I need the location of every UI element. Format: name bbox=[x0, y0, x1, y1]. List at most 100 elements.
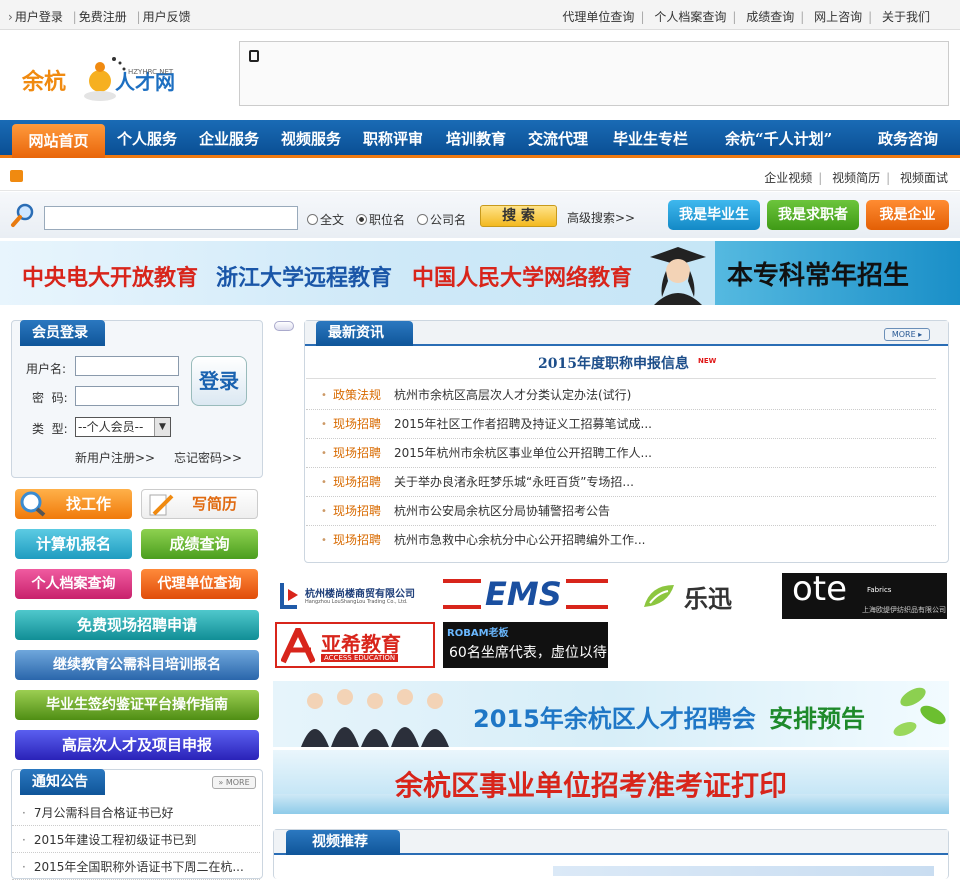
graduate-guide-button[interactable]: 毕业生签约鉴证平台操作指南 bbox=[15, 690, 259, 720]
score-query-button[interactable]: 成绩查询 bbox=[141, 529, 258, 559]
notices-title: 通知公告 bbox=[20, 769, 105, 795]
header-ad-box bbox=[239, 41, 949, 106]
news-item[interactable]: • 政策法规 杭州市余杭区高层次人才分类认定办法(试行) bbox=[306, 381, 936, 410]
advanced-search-link[interactable]: 高级搜索>> bbox=[567, 209, 635, 226]
nav-enterprise[interactable]: 企业服务 bbox=[199, 128, 259, 149]
speaker-icon bbox=[10, 170, 23, 182]
search-option-fulltext[interactable]: 全文 bbox=[307, 211, 344, 228]
nav-gov-consult[interactable]: 政务咨询 bbox=[878, 128, 938, 149]
ems-logo[interactable]: EMS bbox=[443, 573, 608, 619]
access-mark-icon bbox=[281, 628, 315, 664]
nav-agency[interactable]: 交流代理 bbox=[528, 128, 588, 149]
video-title: 视频推荐 bbox=[286, 830, 400, 855]
collapse-handle[interactable] bbox=[274, 321, 294, 331]
news-title: 最新资讯 bbox=[316, 321, 413, 346]
register-link[interactable]: 免费注册 bbox=[79, 10, 127, 24]
job-fair-subtitle: 安排预告 bbox=[769, 705, 865, 733]
leaf-icon bbox=[644, 585, 674, 607]
nav-title-review[interactable]: 职称评审 bbox=[363, 128, 423, 149]
robam-ad[interactable]: ROBAM老板 60名坐席代表，虚位以待 bbox=[443, 622, 608, 668]
yaxi-logo[interactable]: 亚希教育 ACCESS EDUCATION bbox=[275, 622, 435, 668]
username-input[interactable] bbox=[75, 356, 179, 376]
member-type-select[interactable]: --个人会员-- ▼ bbox=[75, 417, 171, 437]
svg-text:余杭: 余杭 bbox=[21, 69, 66, 95]
site-logo[interactable]: 余杭 人才网 HZYHRC.NET bbox=[20, 49, 190, 109]
exam-ticket-banner[interactable]: 余杭区事业单位招考准考证打印 bbox=[273, 750, 949, 814]
nav-training[interactable]: 培训教育 bbox=[446, 128, 506, 149]
nav-personal[interactable]: 个人服务 bbox=[117, 128, 177, 149]
news-more-button[interactable]: MORE ▸ bbox=[884, 328, 930, 341]
score-query-link[interactable]: 成绩查询 bbox=[746, 10, 794, 24]
news-headline[interactable]: 2015年度职称申报信息 bbox=[538, 353, 689, 373]
computer-reg-button[interactable]: 计算机报名 bbox=[15, 529, 132, 559]
banner-item-zju: 浙江大学远程教育 bbox=[216, 266, 393, 291]
new-user-register-link[interactable]: 新用户注册>> bbox=[75, 449, 155, 466]
type-label: 类 型: bbox=[32, 422, 68, 436]
top-right-links: 代理单位查询 | 个人档案查询 | 成绩查询 | 网上咨询 | 关于我们 bbox=[562, 10, 930, 24]
lexun-logo[interactable]: 乐迅 bbox=[614, 573, 774, 619]
enterprise-role-button[interactable]: 我是企业 bbox=[866, 200, 949, 230]
logo-sub-text: HZYHRC.NET bbox=[128, 68, 174, 76]
lsx-logo[interactable]: 杭州楼尚楼商贸有限公司 Hangzhou LouShangLou Trading… bbox=[275, 573, 435, 619]
nav-graduate[interactable]: 毕业生专栏 bbox=[613, 128, 688, 149]
news-item[interactable]: • 现场招聘 2015年杭州市余杭区事业单位公开招聘工作人... bbox=[306, 439, 936, 468]
notice-item[interactable]: · 2015年建设工程初级证书已到 bbox=[12, 828, 260, 853]
main-nav: 网站首页 个人服务 企业服务 视频服务 职称评审 培训教育 交流代理 毕业生专栏… bbox=[0, 120, 960, 158]
news-item[interactable]: • 现场招聘 杭州市公安局余杭区分局协辅警招考公告 bbox=[306, 497, 936, 526]
nav-home[interactable]: 网站首页 bbox=[12, 124, 105, 158]
video-thumbnail[interactable] bbox=[553, 866, 934, 876]
feedback-link[interactable]: 用户反馈 bbox=[143, 10, 191, 24]
notices-more-button[interactable]: » MORE bbox=[212, 776, 256, 789]
education-banner[interactable]: 中央电大开放教育 浙江大学远程教育 中国人民大学网络教育 本专科常年招生 bbox=[0, 241, 960, 305]
free-recruit-button[interactable]: 免费现场招聘申请 bbox=[15, 610, 259, 640]
password-label: 密 码: bbox=[32, 391, 68, 405]
login-panel-title: 会员登录 bbox=[20, 320, 105, 346]
find-job-button[interactable]: 找工作 bbox=[15, 489, 132, 519]
job-fair-title: 2015年余杭区人才招聘会 bbox=[473, 705, 756, 733]
login-button[interactable]: 登录 bbox=[191, 356, 247, 406]
agency-query-button[interactable]: 代理单位查询 bbox=[141, 569, 258, 599]
talent-project-button[interactable]: 高层次人才及项目申报 bbox=[15, 730, 259, 760]
archive-query-link[interactable]: 个人档案查询 bbox=[654, 10, 726, 24]
graduate-role-button[interactable]: 我是毕业生 bbox=[668, 200, 760, 230]
top-left-links: › 用户登录 | 免费注册 | 用户反馈 bbox=[8, 10, 191, 24]
continuing-edu-button[interactable]: 继续教育公需科目培训报名 bbox=[15, 650, 259, 680]
nav-video[interactable]: 视频服务 bbox=[281, 128, 341, 149]
notice-item[interactable]: · 2015年全国职称外语证书下周二在杭... bbox=[12, 855, 260, 880]
about-us-link[interactable]: 关于我们 bbox=[882, 10, 930, 24]
write-resume-button[interactable]: 写简历 bbox=[141, 489, 258, 519]
news-item[interactable]: • 现场招聘 杭州市急救中心余杭分中心公开招聘编外工作... bbox=[306, 526, 936, 555]
company-video-link[interactable]: 企业视频 bbox=[764, 171, 812, 185]
login-link[interactable]: 用户登录 bbox=[15, 10, 63, 24]
banner-item-ruc: 中国人民大学网络教育 bbox=[412, 266, 633, 291]
ote-logo[interactable]: ote Fabrics 上海欧缇伊纺织品有限公司 bbox=[782, 573, 947, 619]
leaves-icon bbox=[893, 687, 946, 736]
news-item[interactable]: • 现场招聘 2015年社区工作者招聘及持证义工招募笔试成... bbox=[306, 410, 936, 439]
banner-right-panel: 本专科常年招生 bbox=[650, 241, 960, 305]
password-input[interactable] bbox=[75, 386, 179, 406]
video-interview-link[interactable]: 视频面试 bbox=[900, 171, 948, 185]
lsx-mark-icon bbox=[280, 583, 298, 609]
magnifier-icon bbox=[20, 491, 46, 517]
nav-thousand-talents[interactable]: 余杭“千人计划” bbox=[725, 128, 832, 149]
forgot-password-link[interactable]: 忘记密码>> bbox=[174, 449, 242, 466]
video-links: 企业视频 | 视频简历 | 视频面试 bbox=[764, 171, 948, 185]
flash-icon bbox=[249, 50, 259, 62]
search-icon bbox=[11, 203, 34, 227]
job-fair-banner[interactable]: 2015年余杭区人才招聘会 安排预告 bbox=[273, 681, 949, 747]
jobseeker-role-button[interactable]: 我是求职者 bbox=[767, 200, 859, 230]
search-button[interactable]: 搜 索 bbox=[480, 205, 557, 227]
business-people-icon bbox=[301, 689, 449, 747]
news-item[interactable]: • 现场招聘 关于举办良渚永旺梦乐城“永旺百货”专场招... bbox=[306, 468, 936, 497]
search-option-company[interactable]: 公司名 bbox=[417, 211, 466, 228]
search-option-position[interactable]: 职位名 bbox=[356, 211, 405, 228]
archive-query-button[interactable]: 个人档案查询 bbox=[15, 569, 132, 599]
search-input[interactable] bbox=[44, 206, 298, 230]
video-resume-link[interactable]: 视频简历 bbox=[832, 171, 880, 185]
online-consult-link[interactable]: 网上咨询 bbox=[814, 10, 862, 24]
agency-query-link[interactable]: 代理单位查询 bbox=[562, 10, 634, 24]
notice-item[interactable]: · 7月公需科目合格证书已好 bbox=[12, 801, 260, 826]
new-badge: NEW bbox=[698, 357, 717, 365]
banner-right-text: 本专科常年招生 bbox=[727, 261, 910, 291]
username-label: 用户名: bbox=[26, 362, 67, 376]
